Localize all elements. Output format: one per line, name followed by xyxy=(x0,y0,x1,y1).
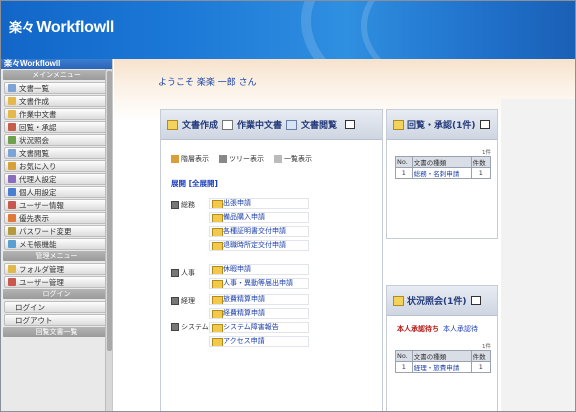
group-soumu[interactable]: 総務 xyxy=(171,200,195,210)
view-hierarchy-button[interactable]: 階層表示 xyxy=(171,154,209,164)
sidebar-item-memo[interactable]: メモ帳機能 xyxy=(4,238,110,250)
sidebar-item-user-info[interactable]: ユーザー情報 xyxy=(4,199,110,211)
status-icon xyxy=(393,295,404,306)
status-person: 本人承認待ち 本人承認待 xyxy=(397,325,478,333)
sidebar-item-doc-list[interactable]: 文書一覧 xyxy=(4,82,110,94)
document-panel: 文書作成 作業中文書 文書閲覧 階層表示 ツリー表示 一覧表示 展開 [全展開]… xyxy=(160,109,383,411)
sidebar-item-proxy[interactable]: 代理人設定 xyxy=(4,173,110,185)
status-table-wrap: 1件 No. 文書の種類 件数 1 経理・旅費申請 1 xyxy=(395,342,492,373)
welcome-message: ようこそ 楽楽 一郎 さん xyxy=(158,78,257,88)
status-panel: 状況照会(1件) 本人承認待ち 本人承認待 1件 No. 文書の種類 件数 1 経理・旅… xyxy=(386,285,498,411)
sidebar-scrollbar[interactable] xyxy=(105,69,112,411)
user-admin-icon xyxy=(8,278,16,286)
approve-count: 1件 xyxy=(482,150,491,156)
view-list-button[interactable]: 一覧表示 xyxy=(274,154,312,164)
group-icon xyxy=(171,201,179,209)
sidebar-item-logout[interactable]: ログアウト xyxy=(4,314,110,326)
approve-icon xyxy=(8,123,16,131)
expand-all-link[interactable]: 展開 [全展開] xyxy=(171,178,218,189)
password-icon xyxy=(8,227,16,235)
form-item[interactable]: システム障害報告 xyxy=(209,322,309,333)
sidebar-section-admin: 管理メニュー xyxy=(3,251,110,261)
status-count: 1件 xyxy=(482,344,491,350)
minimize-icon[interactable] xyxy=(479,120,490,129)
right-margin xyxy=(501,99,575,411)
approve-table-wrap: 1件 No. 文書の種類 件数 1 総務・名刺申請 1 xyxy=(395,148,492,179)
form-item[interactable]: 各種証明書交付申請 xyxy=(209,226,309,237)
sidebar-item-priority[interactable]: 優先表示 xyxy=(4,212,110,224)
proxy-icon xyxy=(8,175,16,183)
list-icon xyxy=(274,155,282,163)
sidebar-bottom-bar: 回覧文書一覧 xyxy=(3,327,110,337)
minimize-icon[interactable] xyxy=(470,296,481,305)
doc-create-icon xyxy=(8,97,16,105)
sidebar-section-main: メインメニュー xyxy=(3,70,110,80)
form-item[interactable]: 経費精算申請 xyxy=(209,308,309,319)
status-table: No. 文書の種類 件数 1 経理・旅費申請 1 xyxy=(395,350,492,373)
form-item[interactable]: 人事・異動等届出申請 xyxy=(209,278,309,289)
form-item[interactable]: 旅費精算申請 xyxy=(209,294,309,305)
pencil-doc-icon xyxy=(222,119,234,130)
memo-icon xyxy=(8,240,16,248)
form-item[interactable]: 退職時所定交付申請 xyxy=(209,240,309,251)
table-row[interactable]: 1 総務・名刺申請 1 xyxy=(395,167,492,179)
status-icon xyxy=(8,136,16,144)
sidebar-item-doc-view[interactable]: 文書閲覧 xyxy=(4,147,110,159)
document-tabs: 文書作成 作業中文書 文書閲覧 xyxy=(161,110,382,140)
favorite-icon xyxy=(8,162,16,170)
folder-admin-icon xyxy=(8,265,16,273)
scrollbar-thumb[interactable] xyxy=(107,71,112,351)
form-item[interactable]: 出張申請 xyxy=(209,198,309,209)
doc-view-icon xyxy=(8,149,16,157)
approve-panel-header: 回覧・承認(1件) xyxy=(387,110,497,140)
sidebar-title: 楽々Workflowll xyxy=(1,59,112,69)
group-keiri[interactable]: 経理 xyxy=(171,296,195,306)
priority-icon xyxy=(8,214,16,222)
sidebar-item-folder-admin[interactable]: フォルダ管理 xyxy=(4,263,110,275)
table-row[interactable]: 1 経理・旅費申請 1 xyxy=(395,361,492,373)
doc-working-icon xyxy=(8,110,16,118)
form-item[interactable]: 備品購入申請 xyxy=(209,212,309,223)
sidebar: 楽々Workflowll メインメニュー 文書一覧 文書作成 作業中文書 回覧・… xyxy=(1,59,113,411)
view-tree-button[interactable]: ツリー表示 xyxy=(219,154,264,164)
view-mode-bar: 階層表示 ツリー表示 一覧表示 xyxy=(171,154,312,164)
folder-icon xyxy=(167,119,178,130)
sidebar-item-status[interactable]: 状況照会 xyxy=(4,134,110,146)
group-jinji[interactable]: 人事 xyxy=(171,268,195,278)
form-item[interactable]: 休暇申請 xyxy=(209,264,309,275)
book-icon xyxy=(286,119,298,130)
sidebar-item-favorite[interactable]: お気に入り xyxy=(4,160,110,172)
tree-icon xyxy=(219,155,227,163)
tab-doc-view[interactable]: 文書閲覧 xyxy=(301,118,337,131)
sidebar-section-login: ログイン xyxy=(3,289,110,299)
doc-list-icon xyxy=(8,84,16,92)
approve-panel: 回覧・承認(1件) 1件 No. 文書の種類 件数 1 総務・名刺申請 1 xyxy=(386,109,498,239)
tab-doc-create[interactable]: 文書作成 xyxy=(182,118,218,131)
personal-settings-icon xyxy=(8,188,16,196)
group-icon xyxy=(171,297,179,305)
group-icon xyxy=(171,269,179,277)
sidebar-item-user-admin[interactable]: ユーザー管理 xyxy=(4,276,110,288)
app-logo: 楽々 Workflowll xyxy=(9,19,115,36)
sidebar-item-login[interactable]: ログイン xyxy=(4,301,110,313)
sidebar-item-doc-working[interactable]: 作業中文書 xyxy=(4,108,110,120)
hierarchy-icon xyxy=(171,155,179,163)
sidebar-item-personal[interactable]: 個人用設定 xyxy=(4,186,110,198)
status-panel-header: 状況照会(1件) xyxy=(387,286,497,316)
sidebar-item-approve[interactable]: 回覧・承認 xyxy=(4,121,110,133)
form-item[interactable]: アクセス申請 xyxy=(209,336,309,347)
status-person-link[interactable]: 本人承認待 xyxy=(443,325,478,333)
sidebar-item-password[interactable]: パスワード変更 xyxy=(4,225,110,237)
approve-table: No. 文書の種類 件数 1 総務・名刺申請 1 xyxy=(395,156,492,179)
tab-doc-working[interactable]: 作業中文書 xyxy=(237,118,282,131)
header-banner: 楽々 Workflowll xyxy=(1,1,575,59)
sidebar-item-doc-create[interactable]: 文書作成 xyxy=(4,95,110,107)
group-system[interactable]: システム xyxy=(171,322,209,332)
approve-icon xyxy=(393,119,404,130)
user-info-icon xyxy=(8,201,16,209)
main-content: ようこそ 楽楽 一郎 さん 文書作成 作業中文書 文書閲覧 階層表示 ツリー表示… xyxy=(114,59,575,411)
app-window: 楽々 Workflowll 楽々Workflowll メインメニュー 文書一覧 文… xyxy=(0,0,576,412)
minimize-icon[interactable] xyxy=(345,120,356,129)
group-icon xyxy=(171,323,179,331)
